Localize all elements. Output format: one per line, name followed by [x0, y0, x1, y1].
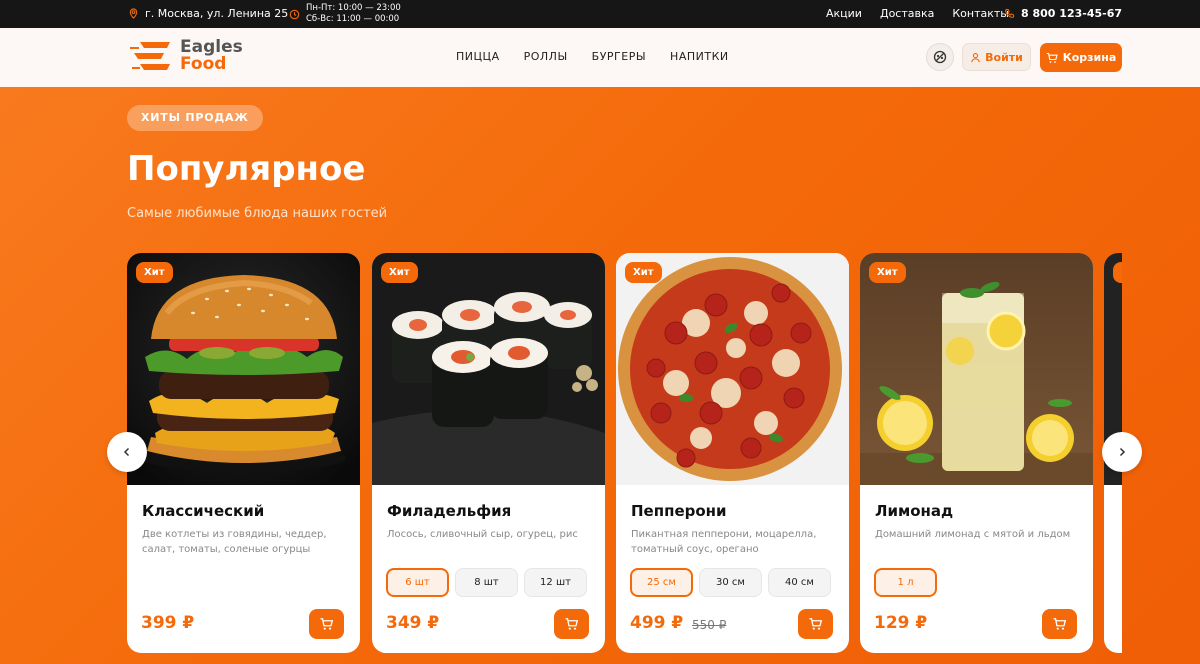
link-delivery[interactable]: Доставка	[880, 7, 934, 20]
cart-icon	[1046, 52, 1058, 63]
product-image-rolls	[372, 253, 605, 485]
address-text: г. Москва, ул. Ленина 25	[145, 7, 289, 20]
link-contacts[interactable]: Контакты	[952, 7, 1009, 20]
logo-text-line2: Food	[180, 54, 227, 74]
carousel-next-button[interactable]	[1102, 432, 1142, 472]
product-old-price: 550 ₽	[692, 618, 727, 632]
product-card[interactable]: Хит Классический Две котлеты из говядины…	[127, 253, 360, 653]
size-option[interactable]: 25 см	[630, 568, 693, 597]
product-image-lemonade	[860, 253, 1093, 485]
product-description: Две котлеты из говядины, чеддер, салат, …	[142, 529, 327, 555]
product-description: Пикантная пепперони, моцарелла, томатный…	[631, 529, 817, 555]
phone-number: 8 800 123-45-67	[1021, 7, 1122, 20]
hours-weekdays: Пн-Пт: 10:00 — 23:00	[306, 3, 401, 13]
product-description: Лосось, сливочный сыр, огурец, рис	[387, 529, 578, 540]
link-promotions[interactable]: Акции	[826, 7, 862, 20]
address: г. Москва, ул. Ленина 25	[128, 7, 288, 20]
hit-badge: Хит	[869, 262, 906, 283]
user-icon	[971, 52, 981, 62]
nav-pizza[interactable]: ПИЦЦА	[456, 50, 500, 63]
product-image-burger	[127, 253, 360, 485]
add-to-cart-button[interactable]	[554, 609, 589, 639]
cart-icon	[320, 618, 334, 630]
login-label: Войти	[985, 50, 1023, 64]
product-price: 399 ₽	[141, 613, 195, 633]
nav-drinks[interactable]: НАПИТКИ	[670, 50, 729, 63]
opening-hours: Пн-Пт: 10:00 — 23:00 Сб-Вс: 11:00 — 00:0…	[289, 3, 401, 25]
hours-weekend: Сб-Вс: 11:00 — 00:00	[306, 14, 400, 24]
hit-badge-partial	[1113, 262, 1122, 283]
product-name: Филадельфия	[387, 502, 512, 520]
product-price: 349 ₽	[386, 613, 440, 633]
main-nav: ПИЦЦА РОЛЛЫ БУРГЕРЫ НАПИТКИ	[456, 50, 729, 63]
add-to-cart-button[interactable]	[309, 609, 344, 639]
chevron-right-icon	[1119, 447, 1126, 457]
product-card[interactable]: Хит Лимонад Домашний лимонад с мятой и л…	[860, 253, 1093, 653]
product-price: 129 ₽	[874, 613, 928, 633]
size-option[interactable]: 1 л	[874, 568, 937, 597]
logo[interactable]: Eagles Food	[130, 38, 243, 74]
section-title: Популярное	[127, 149, 366, 189]
popular-section: ХИТЫ ПРОДАЖ Популярное Самые любимые блю…	[0, 87, 1200, 664]
add-to-cart-button[interactable]	[798, 609, 833, 639]
nav-rolls[interactable]: РОЛЛЫ	[524, 50, 568, 63]
product-image-pizza	[616, 253, 849, 485]
clock-icon	[289, 9, 300, 19]
cart-label: Корзина	[1062, 51, 1117, 64]
product-card[interactable]: Хит Пепперони Пикантная пепперони, моцар…	[616, 253, 849, 653]
logo-mark-icon	[130, 42, 170, 70]
product-price: 499 ₽	[630, 613, 684, 633]
hit-badge: Хит	[625, 262, 662, 283]
chevron-left-icon	[123, 447, 130, 457]
hit-badge: Хит	[381, 262, 418, 283]
cart-icon	[1053, 618, 1067, 630]
cart-button[interactable]: Корзина	[1040, 43, 1122, 72]
accessibility-button[interactable]	[926, 43, 954, 71]
size-selector: 6 шт 8 шт 12 шт	[386, 568, 587, 597]
size-option[interactable]: 40 см	[768, 568, 831, 597]
add-to-cart-button[interactable]	[1042, 609, 1077, 639]
top-bar: г. Москва, ул. Ленина 25 Пн-Пт: 10:00 — …	[0, 0, 1200, 28]
phone-icon	[1005, 8, 1015, 18]
hit-badge: Хит	[136, 262, 173, 283]
product-carousel: Хит Классический Две котлеты из говядины…	[127, 253, 1122, 653]
main-header: Eagles Food ПИЦЦА РОЛЛЫ БУРГЕРЫ НАПИТКИ …	[0, 28, 1200, 87]
product-name: Пепперони	[631, 502, 727, 520]
cart-icon	[565, 618, 579, 630]
phone-link[interactable]: 8 800 123-45-67	[1004, 7, 1122, 20]
size-selector: 25 см 30 см 40 см	[630, 568, 831, 597]
size-option[interactable]: 12 шт	[524, 568, 587, 597]
size-selector: 1 л	[874, 568, 937, 597]
product-description: Домашний лимонад с мятой и льдом	[875, 529, 1071, 540]
carousel-prev-button[interactable]	[107, 432, 147, 472]
location-icon	[129, 8, 138, 19]
cart-icon	[809, 618, 823, 630]
accessibility-icon	[933, 50, 947, 64]
size-option[interactable]: 30 см	[699, 568, 762, 597]
product-card[interactable]: Хит Филадельфия Лосось, сливочный сыр, о…	[372, 253, 605, 653]
nav-burgers[interactable]: БУРГЕРЫ	[592, 50, 646, 63]
size-option[interactable]: 8 шт	[455, 568, 518, 597]
product-name: Лимонад	[875, 502, 954, 520]
section-subtitle: Самые любимые блюда наших гостей	[127, 206, 388, 221]
section-badge: ХИТЫ ПРОДАЖ	[127, 105, 263, 131]
login-button[interactable]: Войти	[962, 43, 1031, 71]
size-option[interactable]: 6 шт	[386, 568, 449, 597]
product-name: Классический	[142, 502, 265, 520]
